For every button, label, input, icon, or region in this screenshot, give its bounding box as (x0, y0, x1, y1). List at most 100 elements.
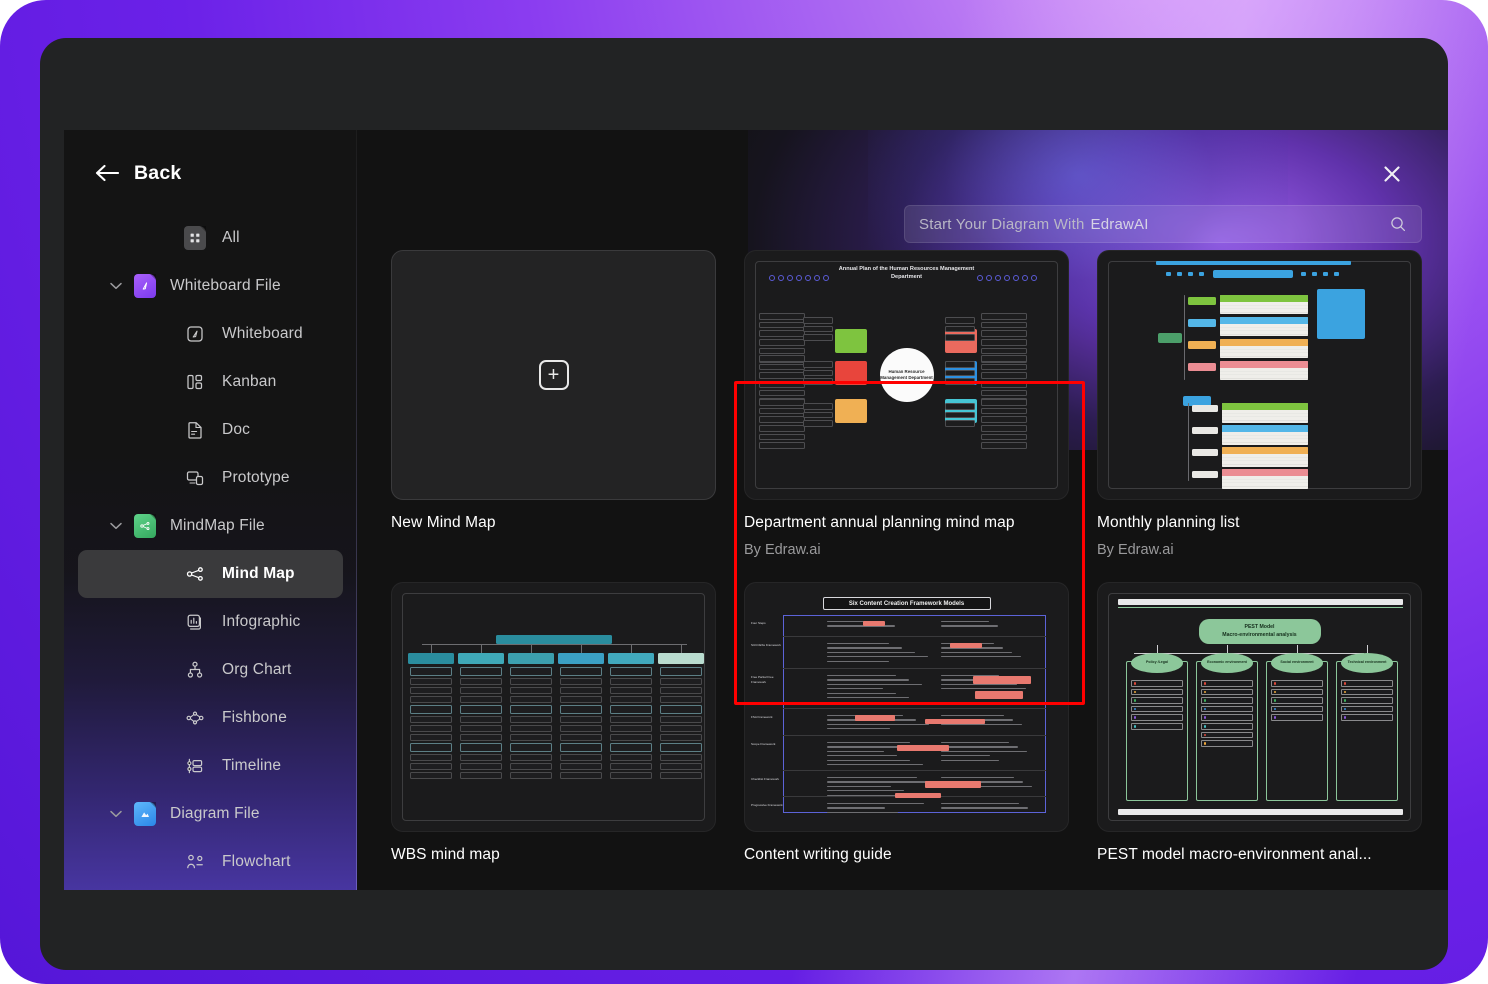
wbs-column-header (608, 653, 654, 664)
wbs-column-header (458, 653, 504, 664)
chevron-down-icon[interactable] (104, 282, 128, 290)
wbs-root-node (495, 635, 612, 644)
cw-highlight (855, 715, 895, 721)
pest-column-label: Policy /Legal (1131, 653, 1183, 673)
search-container: Start Your Diagram With EdrawAI (904, 205, 1422, 243)
search-placeholder-accent: EdrawAI (1090, 215, 1149, 233)
pest-artwork: PEST Model Macro-environmental analysis … (1098, 583, 1421, 831)
template-row: + New Mind Map Annual Plan of the Human … (391, 250, 1448, 558)
pest-title: PEST Model (1244, 623, 1275, 630)
close-button[interactable] (1378, 160, 1406, 188)
new-mind-map-card[interactable]: + New Mind Map (391, 250, 716, 558)
card-title: WBS mind map (391, 846, 500, 863)
cw-highlight (925, 781, 981, 788)
sidebar-item-prototype[interactable]: Prototype (78, 454, 343, 502)
content-writing-artwork: Six Content Creation Framework Models Fo… (745, 583, 1068, 831)
fishbone-icon (184, 707, 206, 729)
sidebar-item-label: MindMap File (170, 517, 265, 534)
search-placeholder: Start Your Diagram With EdrawAI (919, 216, 1389, 233)
chevron-down-icon[interactable] (104, 810, 128, 818)
wbs-artwork (392, 583, 715, 831)
thumb-title: Annual Plan of the Human Resources Manag… (838, 266, 975, 281)
doc-icon (184, 419, 206, 441)
thumb-branch-node (835, 399, 867, 423)
sidebar-item-doc[interactable]: Doc (78, 406, 343, 454)
sidebar-item-flowchart[interactable]: Flowchart (78, 838, 343, 886)
whiteboard-file-icon (134, 274, 156, 298)
wbs-column-header (658, 653, 704, 664)
sidebar-item-label: All (222, 229, 240, 246)
sidebar-item-mind-map[interactable]: Mind Map (78, 550, 343, 598)
cw-row-label: SUCCESs Framework (751, 643, 781, 647)
template-thumbnail[interactable]: PEST Model Macro-environmental analysis … (1097, 582, 1422, 832)
mindmap-file-icon (134, 514, 156, 538)
template-card[interactable]: Monthly planning list By Edraw.ai (1097, 250, 1422, 558)
search-placeholder-main: Start Your Diagram With (919, 215, 1085, 233)
card-title: Monthly planning list (1097, 514, 1240, 531)
pest-root-node: PEST Model Macro-environmental analysis (1198, 619, 1321, 644)
template-card[interactable]: WBS mind map (391, 582, 716, 864)
template-card[interactable]: Annual Plan of the Human Resources Manag… (744, 250, 1069, 558)
chevron-down-icon[interactable] (104, 522, 128, 530)
template-thumbnail[interactable] (391, 582, 716, 832)
sidebar: Back All Whiteboard File Whiteboard Kanban D… (64, 130, 357, 890)
back-button[interactable]: Back (64, 130, 357, 192)
sidebar-item-label: Infographic (222, 613, 301, 630)
sidebar-item-org-chart[interactable]: Org Chart (78, 646, 343, 694)
pest-column-label: Economic environment (1201, 653, 1253, 673)
flowchart-icon (184, 851, 206, 873)
sidebar-item-mindmap-file[interactable]: MindMap File (78, 502, 343, 550)
template-row: WBS mind map Six Content Creation Framew… (391, 582, 1448, 864)
mindmap-file-icon (134, 514, 156, 538)
app-window: Back All Whiteboard File Whiteboard Kanban D… (40, 38, 1448, 970)
template-thumbnail[interactable] (1097, 250, 1422, 500)
grid-file-icon (184, 226, 206, 250)
sidebar-item-label: Diagram File (170, 805, 260, 822)
search-input[interactable]: Start Your Diagram With EdrawAI (904, 205, 1422, 243)
card-author: By Edraw.ai (744, 542, 821, 558)
card-title: New Mind Map (391, 514, 496, 531)
card-title: Content writing guide (744, 846, 892, 863)
cw-row-label: Four Steps (751, 621, 766, 625)
sidebar-item-label: Doc (222, 421, 251, 438)
cw-row-label: Free Partial Free Framework (751, 675, 774, 684)
sidebar-item-infographic[interactable]: Infographic (78, 598, 343, 646)
sidebar-item-kanban[interactable]: Kanban (78, 358, 343, 406)
cw-row-label: FSA Framework (751, 715, 773, 719)
sidebar-item-timeline[interactable]: Timeline (78, 742, 343, 790)
content-panel: Start Your Diagram With EdrawAI + New Mi… (357, 130, 1448, 890)
pest-column: Policy /Legal (1126, 653, 1188, 801)
cw-highlight (895, 793, 941, 798)
sidebar-item-all[interactable]: All (78, 214, 343, 262)
close-icon (1384, 166, 1400, 182)
template-thumbnail[interactable]: Six Content Creation Framework Models Fo… (744, 582, 1069, 832)
template-card[interactable]: PEST Model Macro-environmental analysis … (1097, 582, 1422, 864)
sidebar-item-whiteboard[interactable]: Whiteboard (78, 310, 343, 358)
sidebar-item-roadmap[interactable]: Roadmap (78, 886, 343, 890)
sidebar-item-diagram-file[interactable]: Diagram File (78, 790, 343, 838)
diagram-file-icon (134, 802, 156, 826)
cw-row-label: Checklist Framework (751, 777, 780, 781)
pest-subtitle: Macro-environmental analysis (1222, 631, 1297, 638)
cw-highlight (925, 719, 985, 724)
pest-column-label: Social environment (1271, 653, 1323, 673)
template-thumbnail[interactable]: Annual Plan of the Human Resources Manag… (744, 250, 1069, 500)
infographic-icon (184, 611, 206, 633)
timeline-icon (184, 755, 206, 777)
sidebar-item-label: Kanban (222, 373, 277, 390)
mind-map-icon (184, 563, 206, 585)
sidebar-item-label: Whiteboard File (170, 277, 281, 294)
template-card[interactable]: Six Content Creation Framework Models Fo… (744, 582, 1069, 864)
thumb-branch-node (835, 329, 867, 353)
new-mind-map-thumb[interactable]: + (391, 250, 716, 500)
sidebar-item-label: Timeline (222, 757, 282, 774)
sidebar-item-label: Prototype (222, 469, 290, 486)
cw-row-label: Scope Framework (751, 742, 776, 746)
sidebar-item-fishbone[interactable]: Fishbone (78, 694, 343, 742)
diagram-file-icon (134, 802, 156, 826)
cw-row-label: Progressive Framework (751, 803, 783, 807)
sidebar-nav: All Whiteboard File Whiteboard Kanban Doc Pro… (64, 192, 357, 890)
thumb-title: Six Content Creation Framework Models (822, 597, 991, 610)
sidebar-item-whiteboard-file[interactable]: Whiteboard File (78, 262, 343, 310)
search-icon[interactable] (1389, 215, 1407, 233)
